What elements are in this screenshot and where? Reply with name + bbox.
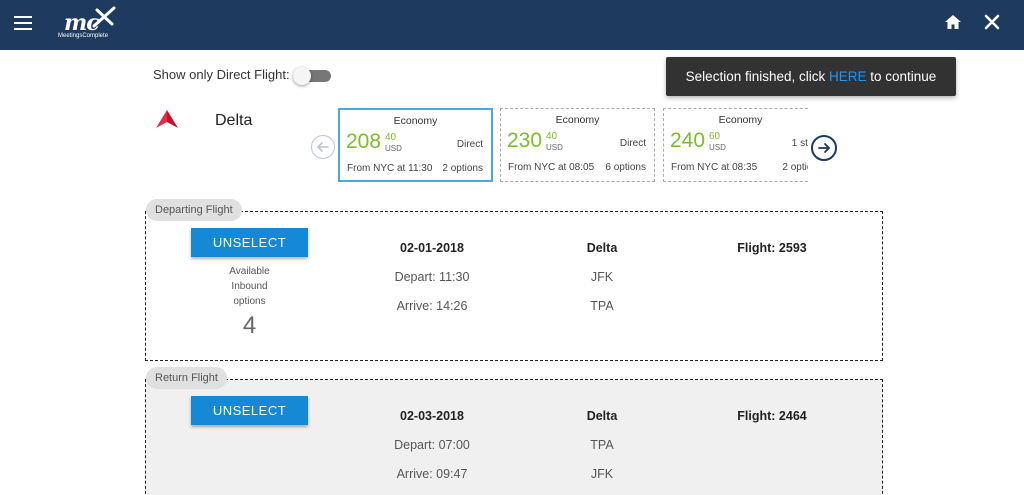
selection-finished-toast: Selection finished, click HERE to contin…	[666, 57, 956, 96]
top-app-bar: mc MeetingsComplete	[0, 0, 1024, 50]
carousel-next-arrow-icon[interactable]	[811, 135, 837, 161]
carousel-prev-arrow-icon[interactable]	[311, 135, 335, 159]
return-arrive-time: Arrive: 09:47	[396, 467, 468, 481]
fare-class: Economy	[555, 114, 600, 126]
departing-flight-number: Flight: 2593	[737, 241, 807, 255]
return-from-airport: TPA	[590, 438, 614, 452]
available-label-line: Inbound	[231, 281, 268, 292]
fare-price: 240	[670, 129, 706, 152]
fare-cents: 60	[709, 131, 721, 142]
toast-suffix: to continue	[866, 69, 937, 84]
direct-flight-label: Show only Direct Flight:	[153, 67, 290, 82]
fare-stops: 1 stop	[791, 138, 808, 149]
toast-prefix: Selection finished, click	[685, 69, 829, 84]
available-label-line: options	[233, 296, 266, 307]
fare-class: Economy	[718, 114, 763, 126]
close-icon[interactable]	[982, 12, 1002, 32]
departing-arrive-time: Arrive: 14:26	[396, 299, 468, 313]
return-flight-section: UNSELECT 02-03-2018 Depart: 07:00 Arrive…	[145, 379, 883, 495]
return-date: 02-03-2018	[400, 409, 464, 423]
return-airline: Delta	[586, 409, 618, 423]
fare-carousel: Economy 208 40 USD Direct From NYC at 11…	[338, 108, 808, 183]
plane-icon	[92, 6, 116, 28]
return-flight-tag: Return Flight	[146, 367, 227, 389]
airline-name: Delta	[215, 112, 253, 129]
available-label-line: Available	[229, 266, 270, 277]
return-depart-time: Depart: 07:00	[394, 438, 470, 452]
departing-to-airport: TPA	[590, 299, 614, 313]
available-inbound-label: Available Inbound options	[191, 264, 308, 309]
return-flight-number: Flight: 2464	[737, 409, 807, 423]
fare-card-3[interactable]: Economy 240 60 USD 1 stop From NYC at 08…	[663, 108, 808, 182]
fare-cents: 40	[385, 132, 397, 143]
fare-card-2[interactable]: Economy 230 40 USD Direct From NYC at 08…	[500, 108, 655, 182]
departing-depart-time: Depart: 11:30	[394, 270, 470, 284]
available-inbound-count: 4	[242, 312, 257, 339]
fare-departure: From NYC at 11:30	[347, 163, 433, 174]
departing-flight-section: UNSELECT Available Inbound options 4 02-…	[145, 211, 883, 361]
fare-price: 208	[346, 130, 382, 153]
direct-flight-toggle[interactable]	[293, 67, 331, 85]
fare-options: 6 options	[605, 162, 646, 173]
fare-currency: USD	[546, 143, 563, 152]
hamburger-menu-icon[interactable]	[14, 16, 32, 30]
fare-options: 2 options	[782, 162, 808, 173]
toggle-knob	[293, 67, 311, 85]
fare-card-1[interactable]: Economy 208 40 USD Direct From NYC at 11…	[338, 108, 493, 182]
fare-currency: USD	[385, 144, 402, 153]
home-icon[interactable]	[944, 13, 962, 31]
return-to-airport: JFK	[590, 467, 614, 481]
departing-unselect-button[interactable]: UNSELECT	[191, 228, 308, 257]
fare-stops: Direct	[456, 139, 483, 150]
logo-subtext: MeetingsComplete	[58, 33, 109, 39]
return-unselect-button[interactable]: UNSELECT	[191, 396, 308, 425]
departing-airline: Delta	[586, 241, 618, 255]
meetingscomplete-logo[interactable]: mc MeetingsComplete	[58, 6, 118, 42]
toast-continue-link[interactable]: HERE	[829, 69, 867, 84]
departing-from-airport: JFK	[590, 270, 614, 284]
fare-departure: From NYC at 08:35	[671, 162, 758, 173]
fare-currency: USD	[709, 143, 726, 152]
departing-flight-tag: Departing Flight	[146, 199, 242, 221]
fare-departure: From NYC at 08:05	[508, 162, 595, 173]
fare-price: 230	[507, 129, 543, 152]
delta-logo-icon	[156, 110, 178, 128]
fare-cents: 40	[546, 131, 558, 142]
departing-date: 02-01-2018	[400, 241, 464, 255]
fare-stops: Direct	[619, 138, 646, 149]
fare-class: Economy	[393, 115, 438, 127]
fare-options: 2 options	[442, 163, 483, 174]
